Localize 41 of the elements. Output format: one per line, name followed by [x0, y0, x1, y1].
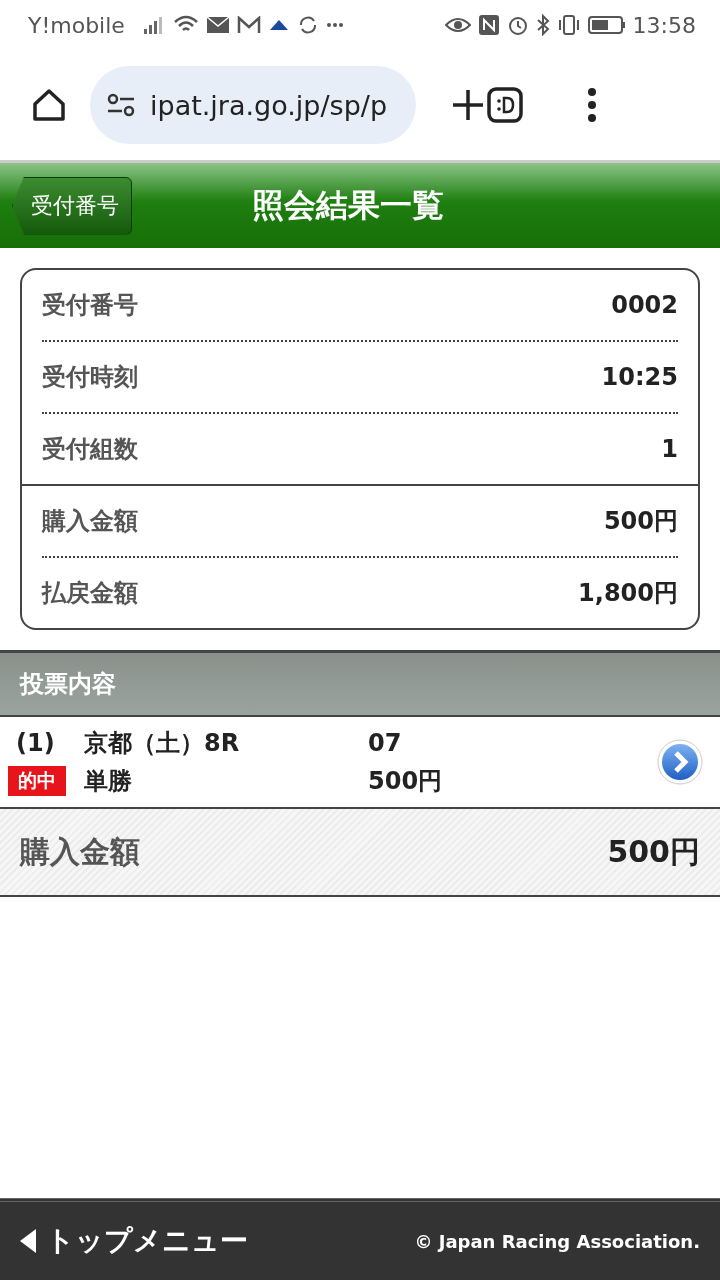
field-value: 500円: [603, 506, 678, 537]
field-label: 払戻金額: [42, 578, 138, 609]
race-name: 京都（土）8R: [84, 728, 241, 759]
chevron-right-icon[interactable]: [656, 738, 704, 786]
vibrate-icon: [556, 14, 581, 36]
tabs-icon[interactable]: [486, 86, 524, 124]
field-value: 1,800円: [578, 578, 678, 609]
field-label: 購入金額: [42, 506, 138, 537]
total-label: 購入金額: [20, 832, 140, 871]
bet-type: 単勝: [84, 766, 133, 797]
plus-icon[interactable]: [450, 87, 486, 123]
bluetooth-icon: [535, 14, 550, 36]
field-label: 受付時刻: [42, 362, 138, 393]
field-label: 受付番号: [42, 290, 138, 321]
eye-icon: [444, 16, 471, 34]
clock-time: 13:58: [632, 12, 696, 38]
nfc-icon: [477, 14, 500, 36]
bet-amount: 500円: [368, 766, 444, 797]
carrier-name: Y!mobile: [28, 12, 125, 38]
horse-number: 07: [368, 729, 403, 757]
url-text: ipat.jra.go.jp/sp/p: [150, 89, 388, 121]
field-label: 受付組数: [42, 434, 138, 465]
alarm-icon: [506, 14, 529, 36]
address-bar[interactable]: ipat.jra.go.jp/sp/p: [90, 66, 416, 144]
top-menu-link[interactable]: トップメニュー: [20, 1222, 248, 1260]
bet-index: (1): [15, 729, 56, 757]
home-icon[interactable]: [30, 86, 68, 124]
copyright-text: © Japan Racing Association.: [414, 1230, 700, 1252]
field-value: 1: [661, 435, 678, 463]
total-value: 500円: [607, 832, 700, 871]
site-settings-icon[interactable]: [106, 92, 136, 118]
section-title: 投票内容: [20, 669, 116, 700]
field-value: 0002: [611, 291, 678, 319]
triangle-left-icon: [20, 1229, 36, 1253]
back-button[interactable]: 受付番号: [12, 176, 132, 235]
menu-icon[interactable]: [586, 87, 598, 123]
hit-badge: 的中: [8, 766, 66, 796]
battery-icon: [587, 15, 626, 35]
page-title: 照会結果一覧: [252, 184, 444, 226]
field-value: 10:25: [601, 363, 678, 391]
more-icon: [325, 22, 344, 28]
